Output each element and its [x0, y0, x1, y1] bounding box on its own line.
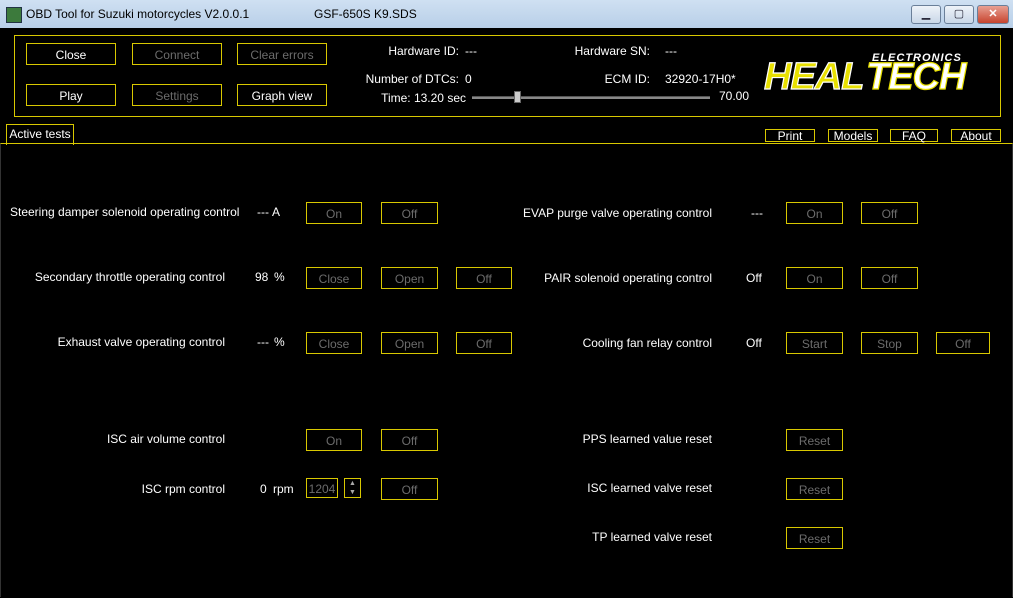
- clear-errors-button[interactable]: Clear errors: [237, 43, 327, 65]
- hardware-id-label: Hardware ID:: [388, 44, 459, 58]
- steering-damper-label: Steering damper solenoid operating contr…: [10, 205, 240, 219]
- isc-learned-reset-label: ISC learned valve reset: [587, 481, 712, 495]
- dtc-label: Number of DTCs:: [365, 72, 459, 86]
- steering-damper-unit: A: [272, 205, 281, 219]
- time-slider-track[interactable]: [472, 96, 710, 99]
- exhaust-close-button[interactable]: Close: [306, 332, 362, 354]
- exhaust-off-button[interactable]: Off: [456, 332, 512, 354]
- close-window-button[interactable]: ✕: [977, 5, 1009, 24]
- secondary-open-button[interactable]: Open: [381, 267, 438, 289]
- secondary-throttle-value: 98: [255, 270, 269, 284]
- exhaust-valve-value: ---: [257, 335, 269, 349]
- faq-button[interactable]: FAQ: [890, 129, 938, 143]
- dtc-value: 0: [465, 72, 472, 86]
- evap-purge-label: EVAP purge valve operating control: [522, 206, 712, 220]
- tp-reset-button[interactable]: Reset: [786, 527, 843, 549]
- healtech-logo: ELECTRONICS HEAL TECH: [763, 52, 969, 97]
- tp-reset-label: TP learned valve reset: [592, 530, 712, 544]
- settings-button[interactable]: Settings: [132, 84, 222, 106]
- isc-air-on-button[interactable]: On: [306, 429, 362, 451]
- exhaust-valve-label: Exhaust valve operating control: [57, 335, 225, 349]
- steering-off-button[interactable]: Off: [381, 202, 438, 224]
- tab-active-tests[interactable]: Active tests: [6, 124, 74, 145]
- time-label: Time: 13.20 sec: [381, 91, 466, 105]
- window-title: OBD Tool for Suzuki motorcycles V2.0.0.1: [26, 7, 250, 21]
- pair-on-button[interactable]: On: [786, 267, 843, 289]
- evap-on-button[interactable]: On: [786, 202, 843, 224]
- isc-rpm-value: 0: [260, 482, 267, 496]
- isc-rpm-input[interactable]: 1204: [306, 478, 338, 498]
- chevron-up-icon[interactable]: ▲: [345, 479, 360, 488]
- file-name: GSF-650S K9.SDS: [314, 7, 417, 21]
- fan-off-button[interactable]: Off: [936, 332, 990, 354]
- isc-air-volume-label: ISC air volume control: [106, 432, 225, 446]
- evap-off-button[interactable]: Off: [861, 202, 918, 224]
- pair-solenoid-label: PAIR solenoid operating control: [544, 271, 712, 285]
- exhaust-valve-unit: %: [274, 335, 285, 349]
- steering-damper-value: ---: [257, 205, 269, 219]
- isc-learned-reset-button[interactable]: Reset: [786, 478, 843, 500]
- cooling-fan-label: Cooling fan relay control: [582, 336, 712, 350]
- isc-rpm-off-button[interactable]: Off: [381, 478, 438, 500]
- maximize-button[interactable]: ▢: [944, 5, 974, 24]
- pps-reset-label: PPS learned value reset: [582, 432, 712, 446]
- pair-solenoid-value: Off: [746, 271, 762, 285]
- ecm-id-label: ECM ID:: [604, 72, 650, 86]
- connect-button[interactable]: Connect: [132, 43, 222, 65]
- isc-air-off-button[interactable]: Off: [381, 429, 438, 451]
- secondary-throttle-label: Secondary throttle operating control: [34, 270, 225, 284]
- isc-rpm-label: ISC rpm control: [141, 482, 225, 496]
- graph-view-button[interactable]: Graph view: [237, 84, 327, 106]
- secondary-close-button[interactable]: Close: [306, 267, 362, 289]
- hardware-sn-label: Hardware SN:: [574, 44, 650, 58]
- minimize-button[interactable]: ▁: [911, 5, 941, 24]
- title-bar: OBD Tool for Suzuki motorcycles V2.0.0.1…: [0, 0, 1013, 29]
- cooling-fan-value: Off: [746, 336, 762, 350]
- hardware-sn-value: ---: [665, 44, 677, 58]
- evap-purge-value: ---: [751, 206, 763, 220]
- close-button[interactable]: Close: [26, 43, 116, 65]
- steering-on-button[interactable]: On: [306, 202, 362, 224]
- print-button[interactable]: Print: [765, 129, 815, 143]
- ecm-id-value: 32920-17H0*: [665, 72, 736, 86]
- fan-start-button[interactable]: Start: [786, 332, 843, 354]
- pair-off-button[interactable]: Off: [861, 267, 918, 289]
- models-button[interactable]: Models: [828, 129, 878, 143]
- app-icon: [6, 7, 22, 23]
- about-button[interactable]: About: [951, 129, 1001, 143]
- time-max-value: 70.00: [719, 89, 750, 103]
- time-slider-thumb[interactable]: [514, 91, 521, 103]
- secondary-throttle-unit: %: [274, 270, 285, 284]
- isc-rpm-stepper[interactable]: ▲ ▼: [344, 478, 361, 498]
- exhaust-open-button[interactable]: Open: [381, 332, 438, 354]
- chevron-down-icon[interactable]: ▼: [345, 488, 360, 497]
- fan-stop-button[interactable]: Stop: [861, 332, 918, 354]
- svg-text:TECH: TECH: [866, 56, 968, 97]
- svg-text:HEAL: HEAL: [764, 56, 863, 97]
- isc-rpm-unit: rpm: [273, 482, 294, 496]
- secondary-off-button[interactable]: Off: [456, 267, 512, 289]
- pps-reset-button[interactable]: Reset: [786, 429, 843, 451]
- play-button[interactable]: Play: [26, 84, 116, 106]
- hardware-id-value: ---: [465, 44, 477, 58]
